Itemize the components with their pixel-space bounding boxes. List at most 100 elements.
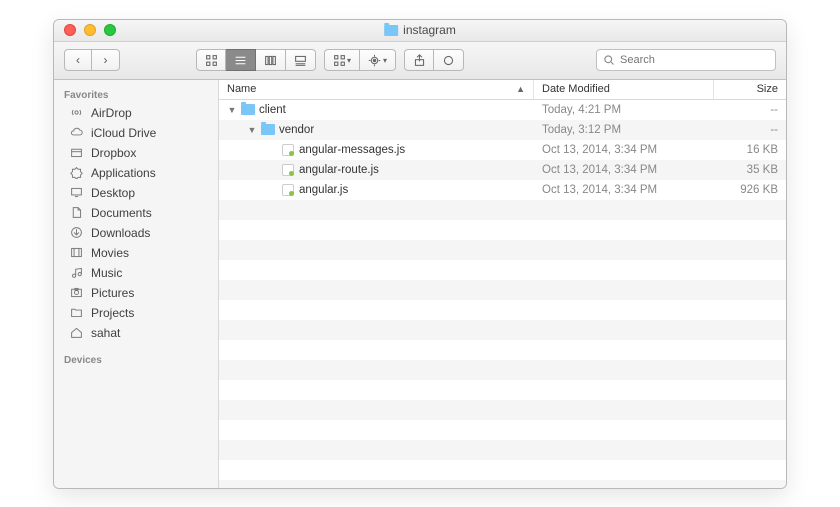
- column-header-date[interactable]: Date Modified: [534, 80, 714, 99]
- window-body: Favorites AirDrop iCloud Drive Dropbox A…: [54, 80, 786, 488]
- share-button[interactable]: [404, 49, 434, 71]
- empty-row: [219, 200, 786, 220]
- airdrop-icon: [68, 106, 84, 120]
- file-list-pane: Name▲ Date Modified Size ▼clientToday, 4…: [219, 80, 786, 488]
- sidebar-item-label: Movies: [91, 246, 129, 260]
- file-size-cell: 926 KB: [714, 184, 786, 196]
- file-row[interactable]: ▼vendorToday, 3:12 PM--: [219, 120, 786, 140]
- documents-icon: [68, 206, 84, 220]
- file-name-label: vendor: [279, 124, 314, 136]
- file-name-cell: angular.js: [219, 184, 534, 196]
- file-row[interactable]: angular-messages.js Oct 13, 2014, 3:34 PM…: [219, 140, 786, 160]
- sidebar-item-home[interactable]: sahat: [54, 323, 218, 343]
- folder-icon: [261, 124, 275, 136]
- back-button[interactable]: [64, 49, 92, 71]
- js-file-icon: [281, 164, 295, 176]
- empty-row: [219, 220, 786, 240]
- sidebar-item-airdrop[interactable]: AirDrop: [54, 103, 218, 123]
- window-controls: [54, 24, 116, 36]
- sidebar-item-applications[interactable]: Applications: [54, 163, 218, 183]
- file-name-label: angular-route.js: [299, 164, 379, 176]
- file-date-cell: Oct 13, 2014, 3:34 PM: [534, 164, 714, 176]
- sidebar-item-documents[interactable]: Documents: [54, 203, 218, 223]
- file-name-label: angular-messages.js: [299, 144, 405, 156]
- desktop-icon: [68, 186, 84, 200]
- music-icon: [68, 266, 84, 280]
- action-button[interactable]: ▾: [360, 49, 396, 71]
- sidebar-item-label: Applications: [91, 166, 156, 180]
- sidebar-section-header: Favorites: [54, 86, 218, 103]
- column-header-size[interactable]: Size: [714, 80, 786, 99]
- folder-icon: [241, 104, 255, 116]
- nav-buttons: [64, 49, 120, 71]
- tags-button[interactable]: [434, 49, 464, 71]
- file-name-label: client: [259, 104, 286, 116]
- sidebar-item-movies[interactable]: Movies: [54, 243, 218, 263]
- search-icon: [603, 54, 615, 66]
- column-view-button[interactable]: [256, 49, 286, 71]
- file-size-cell: 16 KB: [714, 144, 786, 156]
- empty-row: [219, 320, 786, 340]
- file-name-cell: angular-messages.js: [219, 144, 534, 156]
- column-header-name[interactable]: Name▲: [219, 80, 534, 99]
- sidebar-item-label: Downloads: [91, 226, 150, 240]
- arrange-button[interactable]: ▾: [324, 49, 360, 71]
- sidebar: Favorites AirDrop iCloud Drive Dropbox A…: [54, 80, 219, 488]
- js-file-icon: [281, 144, 295, 156]
- file-size-cell: --: [714, 104, 786, 116]
- file-date-cell: Oct 13, 2014, 3:34 PM: [534, 144, 714, 156]
- search-input[interactable]: [620, 54, 769, 66]
- file-row[interactable]: angular.jsOct 13, 2014, 3:34 PM926 KB: [219, 180, 786, 200]
- empty-row: [219, 480, 786, 488]
- file-row[interactable]: angular-route.js Oct 13, 2014, 3:34 PM35 …: [219, 160, 786, 180]
- sidebar-item-label: Pictures: [91, 286, 134, 300]
- share-tag: [404, 49, 464, 71]
- empty-row: [219, 460, 786, 480]
- downloads-icon: [68, 226, 84, 240]
- file-row[interactable]: ▼clientToday, 4:21 PM--: [219, 100, 786, 120]
- sidebar-item-pictures[interactable]: Pictures: [54, 283, 218, 303]
- sidebar-item-music[interactable]: Music: [54, 263, 218, 283]
- window-title: instagram: [384, 23, 456, 37]
- js-file-icon: [281, 184, 295, 196]
- sidebar-section-header: Devices: [54, 351, 218, 368]
- folder-icon: [384, 25, 398, 36]
- toolbar: ▾ ▾: [54, 42, 786, 80]
- search-field[interactable]: [596, 49, 776, 71]
- file-date-cell: Oct 13, 2014, 3:34 PM: [534, 184, 714, 196]
- file-size-cell: 35 KB: [714, 164, 786, 176]
- movies-icon: [68, 246, 84, 260]
- sidebar-item-label: sahat: [91, 326, 120, 340]
- box-icon: [68, 146, 84, 160]
- coverflow-view-button[interactable]: [286, 49, 316, 71]
- empty-row: [219, 300, 786, 320]
- sidebar-item-projects[interactable]: Projects: [54, 303, 218, 323]
- disclosure-triangle-icon[interactable]: ▼: [247, 125, 257, 135]
- cloud-icon: [68, 126, 84, 140]
- sidebar-item-downloads[interactable]: Downloads: [54, 223, 218, 243]
- sidebar-item-label: AirDrop: [91, 106, 132, 120]
- empty-row: [219, 360, 786, 380]
- file-name-cell: angular-route.js: [219, 164, 534, 176]
- column-label: Date Modified: [542, 83, 610, 95]
- list-view-button[interactable]: [226, 49, 256, 71]
- zoom-button[interactable]: [104, 24, 116, 36]
- disclosure-triangle-icon[interactable]: ▼: [227, 105, 237, 115]
- close-button[interactable]: [64, 24, 76, 36]
- icon-view-button[interactable]: [196, 49, 226, 71]
- column-headers: Name▲ Date Modified Size: [219, 80, 786, 100]
- empty-row: [219, 260, 786, 280]
- sidebar-item-icloud[interactable]: iCloud Drive: [54, 123, 218, 143]
- column-label: Name: [227, 83, 256, 95]
- sidebar-item-desktop[interactable]: Desktop: [54, 183, 218, 203]
- sidebar-item-label: Documents: [91, 206, 152, 220]
- empty-row: [219, 400, 786, 420]
- file-rows: ▼clientToday, 4:21 PM--▼vendorToday, 3:1…: [219, 100, 786, 488]
- file-name-cell: ▼ client: [219, 104, 534, 116]
- sidebar-item-dropbox[interactable]: Dropbox: [54, 143, 218, 163]
- forward-button[interactable]: [92, 49, 120, 71]
- sidebar-item-label: Desktop: [91, 186, 135, 200]
- sidebar-item-label: Dropbox: [91, 146, 136, 160]
- sidebar-item-label: Music: [91, 266, 122, 280]
- minimize-button[interactable]: [84, 24, 96, 36]
